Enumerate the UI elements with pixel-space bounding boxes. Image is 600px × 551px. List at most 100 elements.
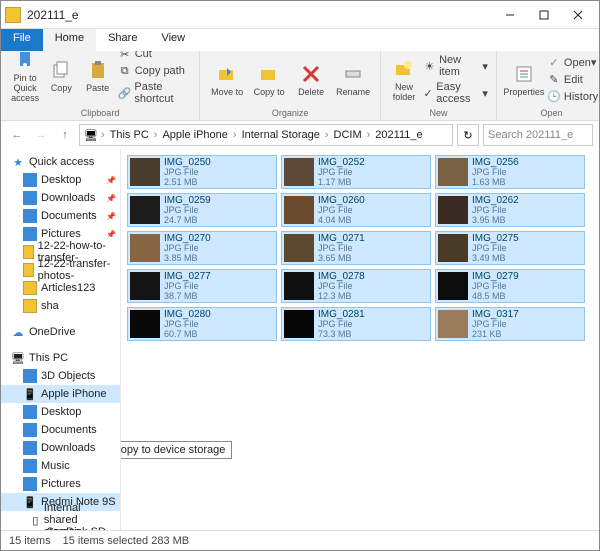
file-info: IMG_0270JPG File3.85 MB [164, 233, 211, 264]
copy-path-icon: ⧉ [118, 64, 132, 78]
address-bar: ← → ↑ 🖥 › This PC› Apple iPhone› Interna… [1, 121, 599, 149]
file-size: 24.7 MB [164, 216, 211, 226]
file-item[interactable]: IMG_0317JPG File231 KB [435, 307, 585, 341]
minimize-button[interactable] [493, 3, 527, 27]
file-size: 3.85 MB [164, 254, 211, 264]
new-folder-icon [392, 57, 416, 81]
file-name: IMG_0271 [318, 233, 365, 244]
nav-downloads[interactable]: Downloads📌 [1, 189, 120, 207]
nav-this-pc[interactable]: 🖥This PC [1, 349, 120, 367]
back-button[interactable]: ← [7, 125, 27, 145]
file-item[interactable]: IMG_0262JPG File3.95 MB [435, 193, 585, 227]
nav-3d-objects[interactable]: 3D Objects [1, 367, 120, 385]
file-info: IMG_0275JPG File3.49 MB [472, 233, 519, 264]
ribbon: Pin to Quick access Copy Paste ✂Cut ⧉Cop… [1, 51, 599, 121]
nav-documents[interactable]: Documents📌 [1, 207, 120, 225]
history-button[interactable]: 🕒History [545, 89, 599, 105]
downloads-icon [23, 441, 37, 455]
tab-home[interactable]: Home [43, 29, 96, 51]
file-name: IMG_0275 [472, 233, 519, 244]
file-name: IMG_0262 [472, 195, 519, 206]
file-info: IMG_0271JPG File3.65 MB [318, 233, 365, 264]
file-item[interactable]: IMG_0275JPG File3.49 MB [435, 231, 585, 265]
file-thumbnail [438, 158, 468, 186]
file-name: IMG_0280 [164, 309, 211, 320]
move-to-button[interactable]: Move to [206, 60, 248, 100]
objects-icon [23, 369, 37, 383]
file-item[interactable]: IMG_0279JPG File48.5 MB [435, 269, 585, 303]
file-size: 3.95 MB [472, 216, 519, 226]
new-folder-button[interactable]: New folder [387, 55, 421, 105]
file-info: IMG_0277JPG File38.7 MB [164, 271, 211, 302]
file-item[interactable]: IMG_0281JPG File73.3 MB [281, 307, 431, 341]
file-thumbnail [438, 234, 468, 262]
file-item[interactable]: IMG_0277JPG File38.7 MB [127, 269, 277, 303]
easy-access-button[interactable]: ✓Easy access ▾ [421, 80, 490, 106]
file-info: IMG_0252JPG File1.17 MB [318, 157, 365, 188]
forward-button[interactable]: → [31, 125, 51, 145]
nav-apple-iphone[interactable]: 📱Apple iPhone [1, 385, 120, 403]
pc-icon: 🖥 [84, 129, 98, 142]
copy-to-button[interactable]: Copy to [248, 60, 290, 100]
file-item[interactable]: IMG_0250JPG File2.51 MB [127, 155, 277, 189]
file-item[interactable]: IMG_0260JPG File4.04 MB [281, 193, 431, 227]
nav-pictures2[interactable]: Pictures [1, 475, 120, 493]
file-info: IMG_0280JPG File60.7 MB [164, 309, 211, 340]
nav-desktop2[interactable]: Desktop [1, 403, 120, 421]
file-size: 12.3 MB [318, 292, 365, 302]
desktop-icon [23, 173, 37, 187]
nav-pane[interactable]: ★Quick access Desktop📌 Downloads📌 Docume… [1, 149, 121, 530]
file-item[interactable]: IMG_0278JPG File12.3 MB [281, 269, 431, 303]
file-thumbnail [130, 196, 160, 224]
tab-share[interactable]: Share [96, 29, 149, 51]
file-item[interactable]: IMG_0270JPG File3.85 MB [127, 231, 277, 265]
file-info: IMG_0262JPG File3.95 MB [472, 195, 519, 226]
file-thumbnail [284, 234, 314, 262]
nav-folder[interactable]: 12-22-transfer-photos- [1, 261, 120, 279]
rename-button[interactable]: Rename [332, 60, 374, 100]
file-item[interactable]: IMG_0271JPG File3.65 MB [281, 231, 431, 265]
nav-onedrive[interactable]: ☁OneDrive [1, 323, 120, 341]
file-name: IMG_0270 [164, 233, 211, 244]
search-input[interactable]: Search 202111_e [483, 124, 593, 146]
folder-icon [5, 7, 21, 23]
paste-button[interactable]: Paste [79, 56, 115, 96]
storage-icon: ▯ [31, 513, 40, 527]
copy-button[interactable]: Copy [43, 56, 79, 96]
close-button[interactable] [561, 3, 595, 27]
file-info: IMG_0260JPG File4.04 MB [318, 195, 365, 226]
file-item[interactable]: IMG_0280JPG File60.7 MB [127, 307, 277, 341]
downloads-icon [23, 191, 37, 205]
file-item[interactable]: IMG_0252JPG File1.17 MB [281, 155, 431, 189]
new-item-button[interactable]: ☀New item ▾ [421, 53, 490, 79]
open-button[interactable]: ✓Open ▾ [545, 55, 599, 71]
chevron-down-icon: ▾ [482, 60, 488, 73]
onedrive-icon: ☁ [11, 325, 25, 339]
nav-desktop[interactable]: Desktop📌 [1, 171, 120, 189]
nav-quick-access[interactable]: ★Quick access [1, 153, 120, 171]
file-info: IMG_0259JPG File24.7 MB [164, 195, 211, 226]
delete-button[interactable]: Delete [290, 60, 332, 100]
breadcrumb[interactable]: 🖥 › This PC› Apple iPhone› Internal Stor… [79, 124, 453, 146]
cut-button[interactable]: ✂Cut [116, 51, 193, 62]
file-thumbnail [438, 196, 468, 224]
main-area: ★Quick access Desktop📌 Downloads📌 Docume… [1, 149, 599, 530]
copy-path-button[interactable]: ⧉Copy path [116, 63, 193, 79]
nav-documents2[interactable]: Documents [1, 421, 120, 439]
file-item[interactable]: IMG_0256JPG File1.63 MB [435, 155, 585, 189]
nav-music[interactable]: Music [1, 457, 120, 475]
properties-button[interactable]: Properties [503, 60, 545, 100]
file-list[interactable]: IMG_0250JPG File2.51 MB IMG_0252JPG File1… [121, 149, 599, 530]
maximize-button[interactable] [527, 3, 561, 27]
paste-shortcut-button[interactable]: 🔗Paste shortcut [116, 80, 193, 106]
pin-icon: 📌 [106, 194, 116, 203]
refresh-button[interactable]: ↻ [457, 124, 479, 146]
file-item[interactable]: IMG_0259JPG File24.7 MB [127, 193, 277, 227]
up-button[interactable]: ↑ [55, 125, 75, 145]
nav-downloads2[interactable]: Downloads [1, 439, 120, 457]
edit-button[interactable]: ✎Edit [545, 72, 599, 88]
nav-folder[interactable]: sha [1, 297, 120, 315]
pin-quick-access-button[interactable]: Pin to Quick access [7, 51, 43, 106]
tab-view[interactable]: View [149, 29, 197, 51]
tab-file[interactable]: File [1, 29, 43, 51]
